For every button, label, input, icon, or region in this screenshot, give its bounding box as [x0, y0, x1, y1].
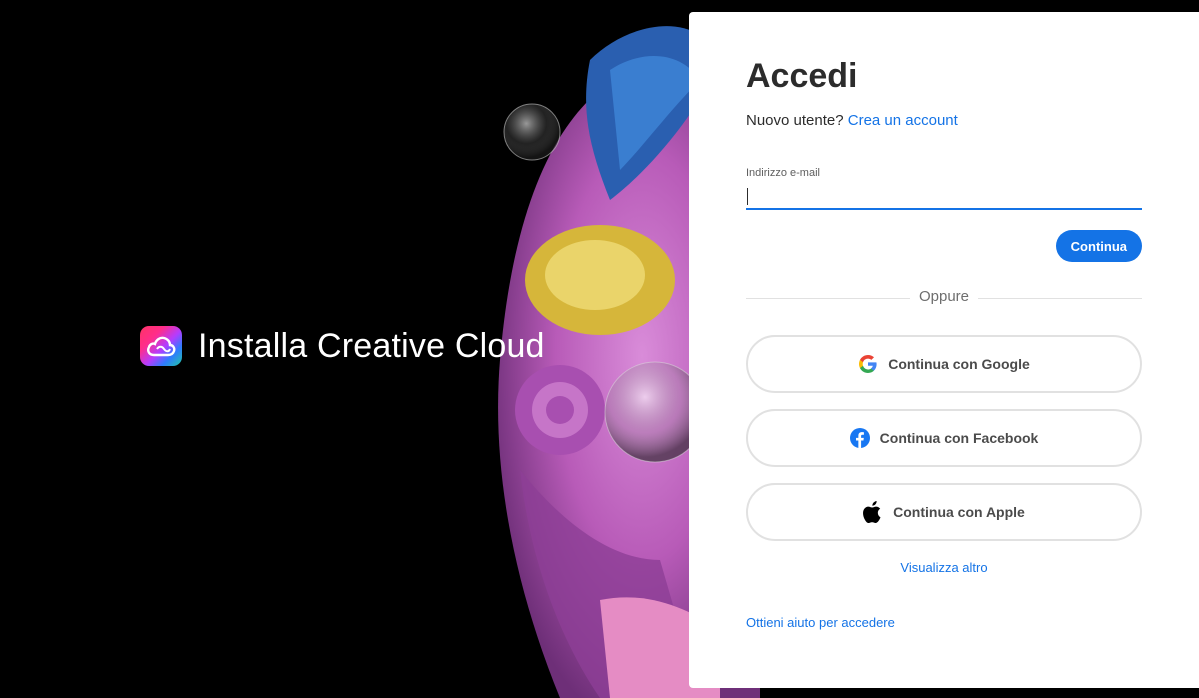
show-more-row: Visualizza altro [746, 560, 1142, 575]
google-icon [858, 354, 878, 374]
help-row: Ottieni aiuto per accedere [746, 615, 895, 630]
creative-cloud-logo-icon [140, 326, 182, 366]
hero-title: Installa Creative Cloud [198, 326, 545, 365]
text-cursor [747, 188, 748, 205]
show-more-link[interactable]: Visualizza altro [900, 560, 987, 575]
hero-brand: Installa Creative Cloud [140, 326, 545, 366]
signin-heading: Accedi [746, 57, 858, 95]
apple-signin-button[interactable]: Continua con Apple [746, 483, 1142, 541]
facebook-icon [849, 428, 870, 448]
divider-text: Oppure [918, 288, 970, 305]
signin-panel: Accedi Nuovo utente? Crea un account Ind… [689, 12, 1199, 688]
email-field[interactable] [746, 184, 1142, 210]
continue-button[interactable]: Continua [1055, 230, 1142, 262]
email-label: Indirizzo e-mail [746, 167, 820, 179]
facebook-signin-label: Continua con Facebook [879, 430, 1039, 446]
divider-line-right [978, 298, 1142, 299]
google-signin-label: Continua con Google [888, 356, 1030, 372]
apple-signin-label: Continua con Apple [893, 504, 1025, 520]
new-user-text: Nuovo utente? [746, 112, 844, 129]
facebook-signin-button[interactable]: Continua con Facebook [746, 409, 1142, 467]
apple-icon [863, 501, 883, 523]
google-signin-button[interactable]: Continua con Google [746, 335, 1142, 393]
signin-help-link[interactable]: Ottieni aiuto per accedere [746, 615, 895, 630]
or-divider: Oppure [746, 288, 1142, 308]
new-user-row: Nuovo utente? Crea un account [746, 112, 958, 129]
create-account-link[interactable]: Crea un account [848, 112, 958, 129]
